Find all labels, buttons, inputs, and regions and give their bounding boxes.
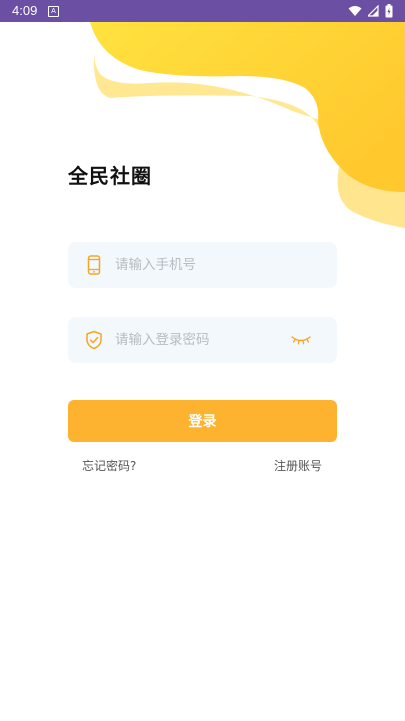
signal-icon [368,5,379,17]
shield-check-icon [86,330,102,350]
decorative-yellow-blob [90,22,405,228]
forgot-password-link[interactable]: 忘记密码? [82,458,136,474]
wifi-icon [348,6,362,16]
status-icons [348,4,393,18]
register-account-link[interactable]: 注册账号 [274,458,322,474]
eye-closed-icon[interactable] [290,331,312,349]
phone-field[interactable] [68,242,337,288]
login-button[interactable]: 登录 [68,400,337,442]
phone-input[interactable] [115,242,285,288]
password-input[interactable] [115,317,285,363]
status-time: 4:09 [12,3,38,18]
phone-icon [87,255,101,275]
notification-icon: A [48,6,59,17]
password-field[interactable] [68,317,337,363]
app-title: 全民社圈 [68,164,152,188]
status-bar: 4:09 A [0,0,405,22]
battery-icon [385,4,393,18]
